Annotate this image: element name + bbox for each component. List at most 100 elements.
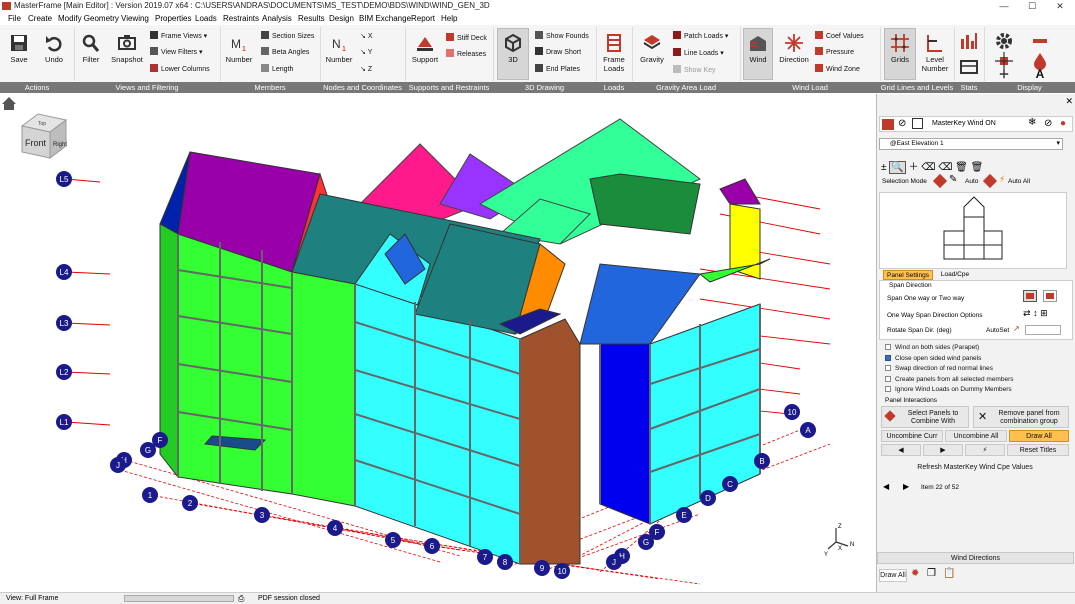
option-checkbox-1[interactable]: Close open sided wind panels <box>885 354 981 362</box>
elevation-select[interactable]: @East Elevation 1 ▾ <box>879 138 1063 150</box>
lightning-button[interactable]: ⚡ <box>965 444 1005 456</box>
printer-icon[interactable]: ⎙ <box>238 593 244 604</box>
option-checkbox-3[interactable]: Create panels from all selected members <box>885 375 1014 383</box>
wall-green-mid[interactable] <box>291 271 356 507</box>
autoset-button[interactable]: AutoSet <box>986 327 1009 334</box>
menu-report[interactable]: Report <box>411 13 435 25</box>
menu-properties[interactable]: Properties <box>155 13 191 25</box>
wall-blue[interactable] <box>599 343 651 525</box>
diamond-icon[interactable] <box>932 173 948 189</box>
help-icon[interactable]: ● <box>1060 118 1066 129</box>
info-icon[interactable]: ⊘ <box>898 118 906 129</box>
menu-bim-exchange[interactable]: BIM Exchange <box>359 13 411 25</box>
delete-all-icon[interactable]: 🗑 <box>971 162 984 173</box>
settings-button[interactable] <box>990 31 1018 49</box>
delete-icon[interactable]: 🗑 <box>955 162 968 173</box>
checkbox-icon[interactable] <box>885 386 891 392</box>
level-number-button[interactable]: Level Number <box>919 33 951 73</box>
wall-brown[interactable] <box>519 318 581 565</box>
eraser-icon[interactable]: ⌫ <box>921 162 935 173</box>
checkbox-icon[interactable] <box>885 344 891 350</box>
grid-option-icon[interactable]: ⊞ <box>1040 308 1048 318</box>
save-button[interactable]: Save <box>5 33 33 64</box>
coord-x-button[interactable]: ↘ X <box>360 31 373 42</box>
lower-columns-button[interactable]: Lower Columns <box>150 64 210 75</box>
frame-views-button[interactable]: Frame Views ▾ <box>150 31 207 42</box>
auto-all-button[interactable]: Auto All <box>1008 178 1030 185</box>
prev-button[interactable]: ◀ <box>881 444 921 456</box>
uncombine-curr-button[interactable]: Uncombine Curr <box>881 430 943 442</box>
viewcube[interactable]: Top Front Right <box>20 113 67 159</box>
coord-y-button[interactable]: ↘ Y <box>360 47 372 58</box>
home-icon[interactable] <box>2 97 16 110</box>
show-founds-button[interactable]: Show Founds <box>535 31 589 42</box>
support-button[interactable]: Support <box>410 33 440 64</box>
member-number-button[interactable]: M1 Number <box>224 33 254 64</box>
menu-design[interactable]: Design <box>329 13 354 25</box>
filter-button[interactable]: Filter <box>78 33 104 64</box>
diamond2-icon[interactable] <box>982 173 998 189</box>
close-button[interactable]: ✕ <box>1046 0 1074 12</box>
rotate-span-input[interactable] <box>1025 325 1061 335</box>
end-plates-button[interactable]: End Plates <box>535 64 580 75</box>
scale-button[interactable] <box>990 69 1018 81</box>
view-filters-button[interactable]: View Filters ▾ <box>150 47 203 58</box>
menu-help[interactable]: Help <box>441 13 457 25</box>
3d-viewport[interactable]: Top Front Right L5 L4 L3 L2 L1 1 2 3 4 5… <box>0 94 875 592</box>
item-prev-button[interactable]: ◀ <box>883 482 889 491</box>
option-checkbox-2[interactable]: Swap direction of red normal lines <box>885 365 993 372</box>
font-button[interactable]: A <box>1026 67 1054 81</box>
minimize-button[interactable]: — <box>990 0 1018 12</box>
tab-panel-settings[interactable]: Panel Settings <box>883 270 933 280</box>
x-box-icon[interactable] <box>912 118 923 129</box>
arrows-horizontal-icon[interactable]: ⇄ <box>1023 308 1031 318</box>
checkbox-icon[interactable] <box>885 365 891 371</box>
select-panels-button[interactable]: Select Panels to Combine With <box>881 406 969 428</box>
direction-button[interactable]: Direction <box>778 33 810 64</box>
menu-file[interactable]: File <box>8 13 21 25</box>
section-sizes-button[interactable]: Section Sizes <box>261 31 314 42</box>
gravity-button[interactable]: Gravity <box>637 33 667 64</box>
reset-titles-button[interactable]: Reset Titles <box>1007 444 1069 456</box>
line-loads-button[interactable]: Line Loads ▾ <box>673 48 724 59</box>
sun-icon[interactable]: ✹ <box>911 568 919 579</box>
pencil-icon[interactable]: ✎ <box>949 174 957 185</box>
roof-panel-purple-right[interactable] <box>719 178 761 205</box>
menu-loads[interactable]: Loads <box>195 13 217 25</box>
maximize-button[interactable]: ☐ <box>1018 0 1046 12</box>
draw-short-button[interactable]: Draw Short <box>535 47 581 58</box>
grids-button[interactable]: Grids <box>885 33 915 64</box>
add-icon[interactable]: ＋ <box>909 162 919 173</box>
patch-loads-button[interactable]: Patch Loads ▾ <box>673 31 728 42</box>
node-style-button[interactable] <box>990 51 1018 70</box>
undo-button[interactable]: Undo <box>40 33 68 64</box>
releases-button[interactable]: Releases <box>446 49 486 60</box>
length-button[interactable]: Length <box>261 64 293 75</box>
paste-icon[interactable]: 📋 <box>943 568 955 579</box>
one-way-span-button[interactable] <box>1023 290 1037 302</box>
show-key-button[interactable]: Show Key <box>673 65 716 76</box>
option-checkbox-4[interactable]: Ignore Wind Loads on Dummy Members <box>885 386 1012 393</box>
wind-directions-header[interactable]: Wind Directions <box>877 552 1074 564</box>
copy-icon[interactable]: ❐ <box>927 568 936 579</box>
auto-button[interactable]: Auto <box>965 178 978 185</box>
magnifier-tool-icon[interactable]: 🔍 <box>889 161 906 174</box>
menu-analysis[interactable]: Analysis <box>262 13 292 25</box>
3d-button[interactable]: 3D <box>498 33 528 64</box>
option-checkbox-0[interactable]: Wind on both sides (Parapet) <box>885 344 979 351</box>
line-style-button[interactable] <box>1026 31 1054 49</box>
snapshot-button[interactable]: Snapshot <box>110 33 144 64</box>
circle-icon[interactable]: ⊘ <box>1044 118 1052 129</box>
checkbox-icon[interactable] <box>885 354 891 361</box>
refresh-cpe-button[interactable]: Refresh MasterKey Wind Cpe Values <box>881 462 1069 474</box>
plus-minus-icon[interactable]: ± <box>881 162 887 173</box>
remove-panel-button[interactable]: ✕ Remove panel from combination group <box>973 406 1069 428</box>
eraser2-icon[interactable]: ⌫ <box>938 162 952 173</box>
item-next-button[interactable]: ▶ <box>903 482 909 491</box>
roof-panel-darkgreen[interactable] <box>589 173 701 235</box>
tab-load-cpe[interactable]: Load/Cpe <box>935 270 975 280</box>
wind-zone-button[interactable]: Wind Zone <box>815 64 860 75</box>
uncombine-all-button[interactable]: Uncombine All <box>945 430 1007 442</box>
stiff-deck-button[interactable]: Stiff Deck <box>446 33 487 44</box>
frame-loads-button[interactable]: Frame Loads <box>600 33 628 73</box>
